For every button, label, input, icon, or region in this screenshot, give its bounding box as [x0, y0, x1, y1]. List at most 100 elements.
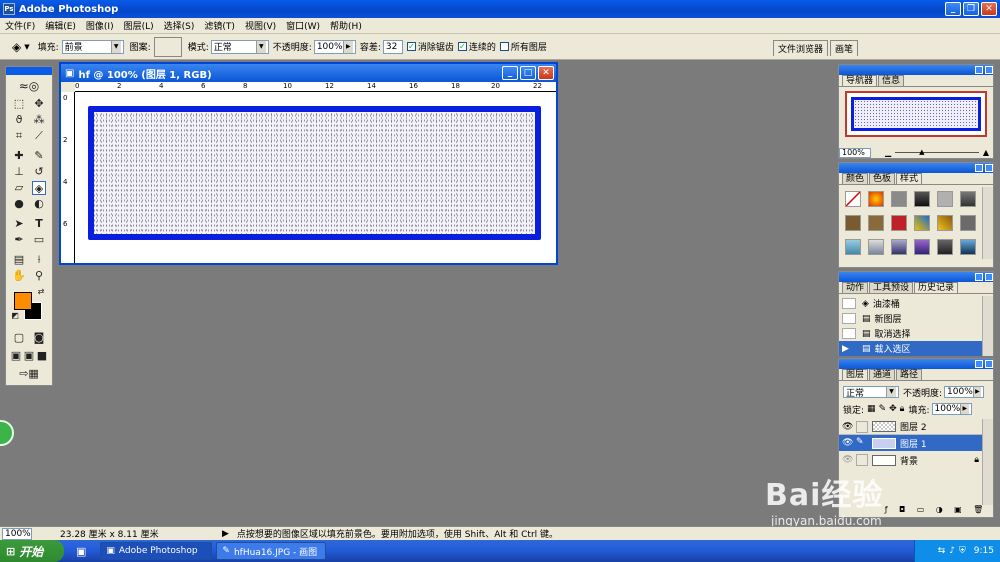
tab-layers[interactable]: 图层	[842, 369, 869, 380]
navigator-thumbnail[interactable]	[845, 91, 987, 137]
tolerance-input[interactable]: 32	[382, 39, 403, 54]
quick-launch-icon[interactable]: ▣	[76, 545, 86, 558]
tab-styles[interactable]: 样式	[896, 173, 923, 184]
style-swatch[interactable]	[960, 215, 976, 231]
layer-row-selected[interactable]: 👁︎ ✎ 图层 1	[839, 435, 983, 451]
path-selection-tool-icon[interactable]: ➤	[12, 217, 26, 231]
tab-navigator[interactable]: 导航器	[842, 75, 878, 86]
fill-select[interactable]: 前景 ▼	[61, 39, 124, 54]
screen-mode-standard-icon[interactable]: ▣	[10, 349, 22, 363]
antialias-checkbox[interactable]: ✓	[406, 42, 416, 51]
lock-pixels-icon[interactable]: ✎	[879, 404, 887, 414]
all-layers-checkbox[interactable]	[499, 42, 509, 51]
menu-filter[interactable]: 滤镜(T)	[199, 19, 240, 32]
layer-opacity-input[interactable]: 100% ▶	[944, 386, 985, 398]
menu-layer[interactable]: 图层(L)	[119, 19, 159, 32]
blur-tool-icon[interactable]: ●	[12, 197, 26, 211]
new-fill-layer-icon[interactable]: ◑	[936, 505, 943, 515]
tab-file-browser[interactable]: 文件浏览器	[772, 39, 828, 56]
mode-select[interactable]: 正常 ▼	[210, 39, 269, 54]
style-swatch[interactable]	[914, 215, 930, 231]
tab-brushes[interactable]: 画笔	[829, 39, 858, 56]
clone-stamp-tool-icon[interactable]: ⊥	[12, 165, 26, 179]
history-item-selected[interactable]: ▶ ▤ 载入选区	[839, 341, 983, 356]
menu-select[interactable]: 选择(S)	[159, 19, 200, 32]
zoom-slider[interactable]: ▲	[895, 148, 979, 156]
magic-wand-tool-icon[interactable]: ⁂	[32, 113, 46, 127]
type-tool-icon[interactable]: T	[32, 217, 46, 231]
menu-image[interactable]: 图像(I)	[81, 19, 119, 32]
foreground-color-swatch[interactable]	[14, 292, 32, 310]
tab-tool-presets[interactable]: 工具预设	[869, 282, 914, 293]
delete-layer-icon[interactable]: 🗑︎	[973, 505, 983, 515]
status-zoom[interactable]: 100%	[2, 527, 32, 540]
shape-tool-icon[interactable]: ▭	[32, 233, 46, 247]
hand-tool-icon[interactable]: ✋	[12, 269, 26, 283]
style-swatch[interactable]	[937, 239, 953, 255]
tool-preset-chevron-icon[interactable]: ▼	[24, 43, 29, 51]
crop-tool-icon[interactable]: ⌗	[12, 129, 26, 143]
move-tool-icon[interactable]: ✥	[32, 97, 46, 111]
lock-all-icon[interactable]: 🔒︎	[900, 404, 905, 414]
eye-icon[interactable]: 👁︎	[842, 438, 856, 448]
paint-bucket-tool-icon[interactable]: ◈	[32, 181, 46, 195]
style-swatch[interactable]	[914, 191, 930, 207]
style-swatch[interactable]	[845, 239, 861, 255]
doc-close-button[interactable]: ✕	[538, 66, 554, 80]
history-item[interactable]: ▤ 取消选择	[839, 326, 983, 341]
style-swatch[interactable]	[891, 215, 907, 231]
adobe-online-icon[interactable]: ≈◎	[10, 79, 48, 93]
style-swatch[interactable]	[868, 191, 884, 207]
image-canvas[interactable]	[75, 92, 556, 263]
tab-swatches[interactable]: 色板	[869, 173, 896, 184]
layer-link-cell[interactable]	[856, 454, 868, 466]
style-swatch[interactable]	[937, 191, 953, 207]
layer-row[interactable]: 👁︎ 图层 2	[839, 419, 983, 435]
minimize-button[interactable]: _	[945, 2, 961, 16]
tab-history[interactable]: 历史记录	[914, 282, 959, 293]
tab-color[interactable]: 颜色	[842, 173, 869, 184]
screen-mode-full-menu-icon[interactable]: ▣	[23, 349, 35, 363]
eye-icon[interactable]: 👁︎	[842, 455, 856, 465]
new-layer-icon[interactable]: ▣	[954, 505, 962, 515]
lasso-tool-icon[interactable]: ϑ	[12, 113, 26, 127]
tab-paths[interactable]: 路径	[896, 369, 923, 380]
tab-channels[interactable]: 通道	[869, 369, 896, 380]
style-swatch[interactable]	[891, 239, 907, 255]
styles-scrollbar[interactable]	[982, 187, 993, 259]
swap-colors-icon[interactable]: ⇄	[36, 287, 46, 297]
healing-brush-tool-icon[interactable]: ✚	[12, 149, 26, 163]
zoom-tool-icon[interactable]: ⚲	[32, 269, 46, 283]
eyedropper-tool-icon[interactable]: ⟊	[32, 253, 46, 267]
layers-scrollbar[interactable]	[982, 419, 993, 505]
paint-bucket-tool-icon[interactable]: ◈	[12, 40, 21, 54]
marquee-tool-icon[interactable]: ⬚	[12, 97, 26, 111]
start-button[interactable]: ⊞ 开始	[0, 540, 64, 562]
menu-file[interactable]: 文件(F)	[0, 19, 40, 32]
quick-mask-icon[interactable]: ◙	[32, 331, 46, 345]
style-swatch[interactable]	[845, 215, 861, 231]
menu-view[interactable]: 视图(V)	[240, 19, 281, 32]
doc-minimize-button[interactable]: _	[502, 66, 518, 80]
pattern-picker[interactable]	[153, 36, 182, 57]
history-brush-tool-icon[interactable]: ↺	[32, 165, 46, 179]
layer-row[interactable]: 👁︎ 背景 🔒︎	[839, 452, 983, 468]
restore-button[interactable]: ❐	[963, 2, 979, 16]
jump-to-imageready-icon[interactable]: ⇨▦	[12, 367, 46, 381]
lock-transparency-icon[interactable]: ▦	[867, 404, 876, 414]
style-swatch[interactable]	[960, 191, 976, 207]
floating-badge[interactable]	[0, 420, 14, 446]
eye-icon[interactable]: 👁︎	[842, 422, 856, 432]
new-set-icon[interactable]: ▭	[917, 505, 925, 515]
layer-fill-input[interactable]: 100% ▶	[931, 403, 972, 415]
slice-tool-icon[interactable]: ⟋	[32, 129, 46, 143]
brush-tool-icon[interactable]: ✎	[32, 149, 46, 163]
doc-maximize-button[interactable]: □	[520, 66, 536, 80]
style-swatch[interactable]	[937, 215, 953, 231]
close-button[interactable]: ✕	[981, 2, 997, 16]
pen-tool-icon[interactable]: ✒	[12, 233, 26, 247]
style-swatch[interactable]	[891, 191, 907, 207]
task-paint[interactable]: ✎ hfHua16.JPG - 画图	[216, 542, 327, 560]
layer-link-cell[interactable]	[856, 420, 868, 433]
default-colors-icon[interactable]: ◩	[10, 311, 20, 321]
